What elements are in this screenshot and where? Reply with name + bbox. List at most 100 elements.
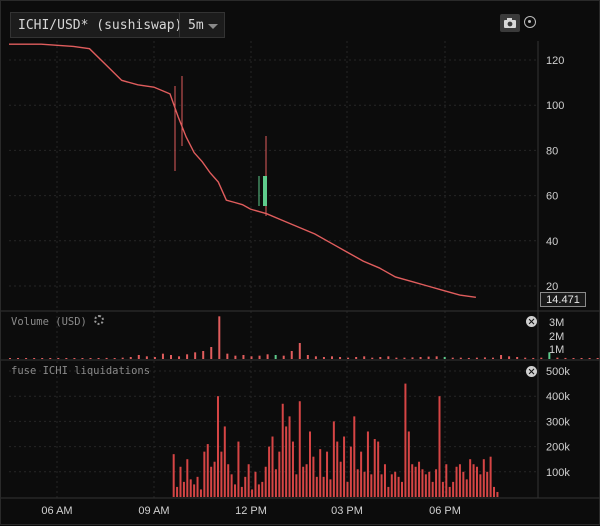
volume-bar — [395, 357, 398, 359]
liquidation-bar — [281, 403, 284, 497]
volume-bar — [475, 357, 478, 359]
time-tick-label: 03 PM — [331, 505, 363, 517]
volume-bar — [411, 357, 414, 359]
liquidation-bar — [387, 486, 390, 497]
volume-bar — [580, 358, 583, 359]
liquidation-bar — [431, 481, 434, 497]
liquidation-bar — [199, 489, 202, 497]
volume-bar — [170, 355, 172, 359]
liquidation-bar — [203, 451, 206, 497]
liquidation-bar — [441, 481, 444, 497]
liquidation-pane-title: fuse ICHI liquidations — [11, 365, 150, 377]
liquidation-bar — [271, 436, 274, 497]
liquidation-bar — [227, 464, 230, 497]
volume-bar — [178, 356, 181, 359]
liquidation-bar — [479, 474, 482, 497]
liquidation-bar — [482, 459, 485, 497]
volume-bar — [459, 357, 462, 359]
volume-bar — [113, 358, 116, 359]
liquidation-bar — [193, 484, 196, 497]
volume-bar — [33, 358, 36, 359]
liquidation-bar — [274, 469, 277, 497]
price-tick-label: 60 — [546, 191, 558, 203]
liquidation-bar — [472, 464, 475, 497]
liquidation-bar — [230, 474, 233, 497]
liquidation-bar — [315, 476, 318, 497]
volume-bar — [403, 357, 406, 359]
price-line — [9, 43, 476, 298]
volume-tick-label: 3M — [549, 317, 564, 329]
volume-bar — [65, 358, 68, 359]
liquidation-tick-label: 500k — [546, 366, 570, 378]
price-tick-label: 100 — [546, 100, 564, 112]
volume-bar — [588, 358, 591, 359]
liquidation-bar — [244, 476, 247, 497]
volume-bar — [314, 356, 317, 359]
volume-bar — [218, 316, 221, 359]
liquidation-tick-label: 200k — [546, 442, 570, 454]
volume-pane-title: Volume (USD) — [11, 316, 87, 328]
volume-bar — [379, 357, 382, 359]
liquidation-bar — [326, 451, 329, 497]
liquidation-bar — [223, 426, 226, 497]
liquidation-bar — [496, 491, 499, 497]
volume-tick-label: 2M — [549, 331, 564, 343]
liquidation-bar — [237, 441, 240, 497]
volume-bar — [443, 357, 446, 359]
volume-bar — [451, 357, 454, 359]
liquidation-bar — [288, 416, 291, 497]
volume-bar — [57, 358, 60, 359]
time-tick-label: 12 PM — [235, 505, 267, 517]
liquidation-bar — [438, 396, 441, 497]
volume-bar — [186, 354, 189, 359]
liquidation-bar — [339, 461, 342, 497]
liquidation-bar — [182, 481, 185, 497]
liquidation-bar — [455, 466, 458, 497]
time-tick-label: 06 PM — [429, 505, 461, 517]
volume-bar — [331, 356, 333, 359]
volume-bar — [105, 357, 108, 359]
volume-bar — [194, 352, 197, 359]
volume-bar — [81, 358, 84, 359]
liquidation-bar — [380, 474, 383, 497]
liquidation-bar — [179, 466, 182, 497]
volume-bar — [572, 358, 575, 359]
volume-bar — [306, 355, 309, 359]
liquidation-bar — [264, 466, 267, 497]
liquidation-bar — [216, 396, 219, 497]
volume-bar — [202, 351, 205, 359]
volume-bar — [282, 355, 285, 359]
liquidation-bar — [206, 444, 209, 497]
liquidation-bar — [268, 446, 271, 497]
volume-bar — [435, 356, 438, 359]
liquidation-bar — [421, 469, 424, 497]
liquidation-bar — [329, 479, 332, 497]
volume-bar — [363, 356, 366, 359]
liquidation-bar — [360, 451, 363, 497]
volume-bar — [467, 357, 470, 359]
close-icon[interactable] — [526, 366, 537, 377]
liquidation-bar — [418, 461, 421, 497]
volume-bar — [137, 355, 140, 359]
close-icon[interactable] — [526, 316, 537, 327]
volume-bar — [508, 356, 511, 359]
volume-bar — [339, 357, 342, 359]
volume-bar — [596, 358, 599, 359]
volume-bar — [129, 357, 132, 359]
volume-bar — [266, 354, 269, 359]
volume-bar — [524, 357, 527, 359]
chart-canvas[interactable]: 12010080604020 3M2M1M 500k400k300k200k10… — [1, 1, 600, 526]
liquidation-tick-label: 100k — [546, 467, 570, 479]
volume-bar — [210, 347, 213, 359]
price-axis: 12010080604020 — [546, 55, 564, 293]
liquidation-bar — [390, 474, 393, 497]
volume-axis: 3M 2M1M — [549, 317, 564, 356]
liquidation-bar — [189, 479, 192, 497]
liquidation-bar — [322, 476, 325, 497]
liquidation-bar — [458, 464, 461, 497]
liquidation-bars — [172, 383, 499, 497]
liquidation-bar — [257, 484, 260, 497]
gear-icon[interactable] — [94, 315, 104, 325]
liquidation-bar — [308, 431, 311, 497]
volume-bar — [516, 357, 519, 359]
